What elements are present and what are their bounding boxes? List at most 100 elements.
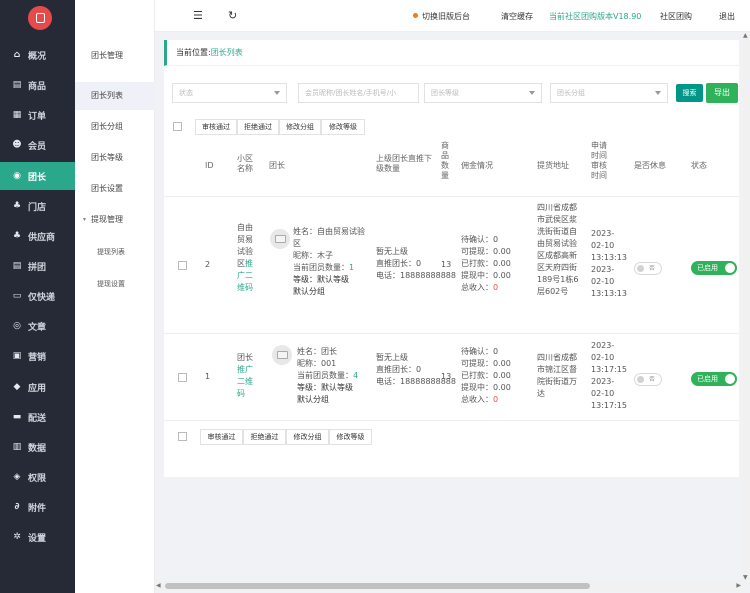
settings-icon: ✲ <box>13 532 21 542</box>
vertical-scrollbar[interactable]: ▲ ▼ <box>742 32 750 581</box>
refresh-icon[interactable]: ↻ <box>228 9 237 22</box>
nav-item-label: 文章 <box>28 322 47 333</box>
header-divider <box>164 196 739 197</box>
nav-item-article[interactable]: ◎ 文章 <box>0 312 75 340</box>
breadcrumb-current[interactable]: 团长列表 <box>211 48 243 57</box>
batch-reject-button-bottom[interactable]: 拒绝通过 <box>243 429 286 445</box>
row-checkbox[interactable] <box>178 261 187 270</box>
nav-item-delivery[interactable]: ▬ 配送 <box>0 403 75 431</box>
nav-item-order[interactable]: ▦ 订单 <box>0 101 75 129</box>
clear-cache-link[interactable]: 清空缓存 <box>501 11 533 22</box>
submenu-panel: 团长管理 团长列表 团长分组 团长等级 团长设置 ▾ 提现管理 提现列表 提现设置 <box>75 0 155 593</box>
nav-item-label: 供应商 <box>28 232 56 243</box>
submenu-group-withdraw[interactable]: ▾ 提现管理 <box>75 206 155 234</box>
goods-count: 13 <box>441 372 452 381</box>
nav-item-data[interactable]: ▥ 数据 <box>0 433 75 461</box>
search-button[interactable]: 搜索 <box>676 84 703 102</box>
express-icon: ▭ <box>12 291 22 301</box>
nav-item-label: 设置 <box>28 533 47 544</box>
status-toggle[interactable]: 已启用 <box>691 261 737 275</box>
status-toggle[interactable]: 已启用 <box>691 372 737 386</box>
nav-item-label: 应用 <box>28 383 47 394</box>
submenu-item-withdraw-list[interactable]: 提现列表 <box>75 238 155 266</box>
nav-item-group-buy[interactable]: ▤ 拼团 <box>0 252 75 280</box>
audit-time: 2023-02-10 13:13:13 <box>591 265 627 298</box>
submenu-item-leader-group[interactable]: 团长分组 <box>75 113 155 141</box>
batch-change-group-button-bottom[interactable]: 修改分组 <box>286 429 329 445</box>
data-icon: ▥ <box>12 442 22 452</box>
submenu-item-leader-settings[interactable]: 团长设置 <box>75 175 155 203</box>
select-all-checkbox[interactable] <box>173 122 182 131</box>
col-rest: 是否休息 <box>634 161 666 170</box>
caret-down-icon <box>655 91 661 95</box>
marketing-icon: ▣ <box>12 351 22 361</box>
logout-link[interactable]: 退出 <box>719 11 735 22</box>
nav-item-store[interactable]: ♣ 门店 <box>0 192 75 220</box>
horizontal-scrollbar[interactable]: ◀ ▶ <box>155 581 742 591</box>
export-button[interactable]: 导出 <box>706 83 738 103</box>
nav-item-label: 会员 <box>28 141 47 152</box>
nav-item-attachment[interactable]: ∂ 附件 <box>0 493 75 521</box>
select-all-checkbox-bottom[interactable] <box>178 432 187 441</box>
nav-item-leader[interactable]: ◉ 团长 <box>0 162 75 190</box>
leader-members: 当前团员数量：4 <box>297 371 359 380</box>
batch-change-level-button[interactable]: 修改等级 <box>321 119 365 135</box>
apply-time: 2023-02-10 13:13:13 <box>591 229 627 262</box>
level-select[interactable]: 团长等级 <box>424 83 542 103</box>
batch-approve-button-bottom[interactable]: 审核通过 <box>200 429 243 445</box>
scroll-left-icon[interactable]: ◀ <box>156 582 161 589</box>
nav-item-express[interactable]: ▭ 仅快递 <box>0 282 75 310</box>
rest-toggle[interactable]: 否 <box>634 373 662 386</box>
nav-item-member[interactable]: ☻ 会员 <box>0 131 75 159</box>
col-leader: 团长 <box>269 161 285 170</box>
rest-toggle[interactable]: 否 <box>634 262 662 275</box>
app-logo[interactable] <box>28 6 52 30</box>
scroll-right-icon[interactable]: ▶ <box>736 582 741 589</box>
scroll-down-icon[interactable]: ▼ <box>743 574 748 581</box>
qr-code-link[interactable]: 推广二维码 <box>237 365 253 398</box>
switch-old-admin-link[interactable]: 切换旧版后台 <box>413 11 470 22</box>
nav-item-supplier[interactable]: ♣ 供应商 <box>0 222 75 250</box>
row-id: 1 <box>205 372 211 381</box>
store-icon: ♣ <box>12 201 22 211</box>
row-community: 自由贸易试验区推广二维码 <box>237 223 253 292</box>
col-address: 提货地址 <box>537 161 569 170</box>
batch-change-level-button-bottom[interactable]: 修改等级 <box>329 429 372 445</box>
scroll-thumb[interactable] <box>165 583 590 589</box>
status-select[interactable]: 状态 <box>172 83 287 103</box>
batch-change-group-button[interactable]: 修改分组 <box>279 119 321 135</box>
nav-item-label: 团长 <box>28 172 47 183</box>
pickup-address: 四川省成都市锦江区督院街街道万达 <box>537 353 577 398</box>
nav-item-app[interactable]: ◆ 应用 <box>0 373 75 401</box>
scroll-up-icon[interactable]: ▲ <box>743 32 748 39</box>
nav-item-label: 概况 <box>28 51 47 62</box>
caret-down-icon: ▾ <box>83 216 87 223</box>
batch-reject-button[interactable]: 拒绝通过 <box>237 119 279 135</box>
commission-info: 待确认：0 可提现：0.00 已打款：0.00 提现中：0.00 总收入：0 <box>461 235 511 292</box>
col-community: 小区名称 <box>237 154 253 173</box>
leader-name: 姓名：自由贸易试验区 <box>293 227 365 248</box>
leader-nickname: 昵称：001 <box>297 359 337 368</box>
community-link[interactable]: 社区团购 <box>660 11 692 22</box>
image-placeholder-icon <box>274 235 286 243</box>
audit-time: 2023-02-10 13:17:15 <box>591 377 627 410</box>
leader-group: 默认分组 <box>297 395 329 404</box>
row-checkbox[interactable] <box>178 373 187 382</box>
group-select[interactable]: 团长分组 <box>550 83 668 103</box>
row-divider <box>164 420 739 421</box>
nav-item-permission[interactable]: ◈ 权限 <box>0 463 75 491</box>
nav-item-home[interactable]: ⌂ 概况 <box>0 41 75 69</box>
leader-nickname: 昵称：木子 <box>293 251 333 260</box>
nav-item-goods[interactable]: ▤ 商品 <box>0 71 75 99</box>
menu-toggle-icon[interactable]: ☰ <box>193 9 203 22</box>
submenu-item-leader-list[interactable]: 团长列表 <box>75 82 155 110</box>
submenu-group-label: 提现管理 <box>91 215 123 224</box>
nav-item-label: 附件 <box>28 503 47 514</box>
nav-item-label: 营销 <box>28 352 47 363</box>
nav-item-settings[interactable]: ✲ 设置 <box>0 523 75 551</box>
submenu-item-withdraw-settings[interactable]: 提现设置 <box>75 270 155 298</box>
submenu-item-leader-level[interactable]: 团长等级 <box>75 144 155 172</box>
batch-approve-button[interactable]: 审核通过 <box>195 119 237 135</box>
keyword-input[interactable]: 会员昵称/团长姓名/手机号/小 <box>298 83 419 103</box>
nav-item-marketing[interactable]: ▣ 营销 <box>0 342 75 370</box>
